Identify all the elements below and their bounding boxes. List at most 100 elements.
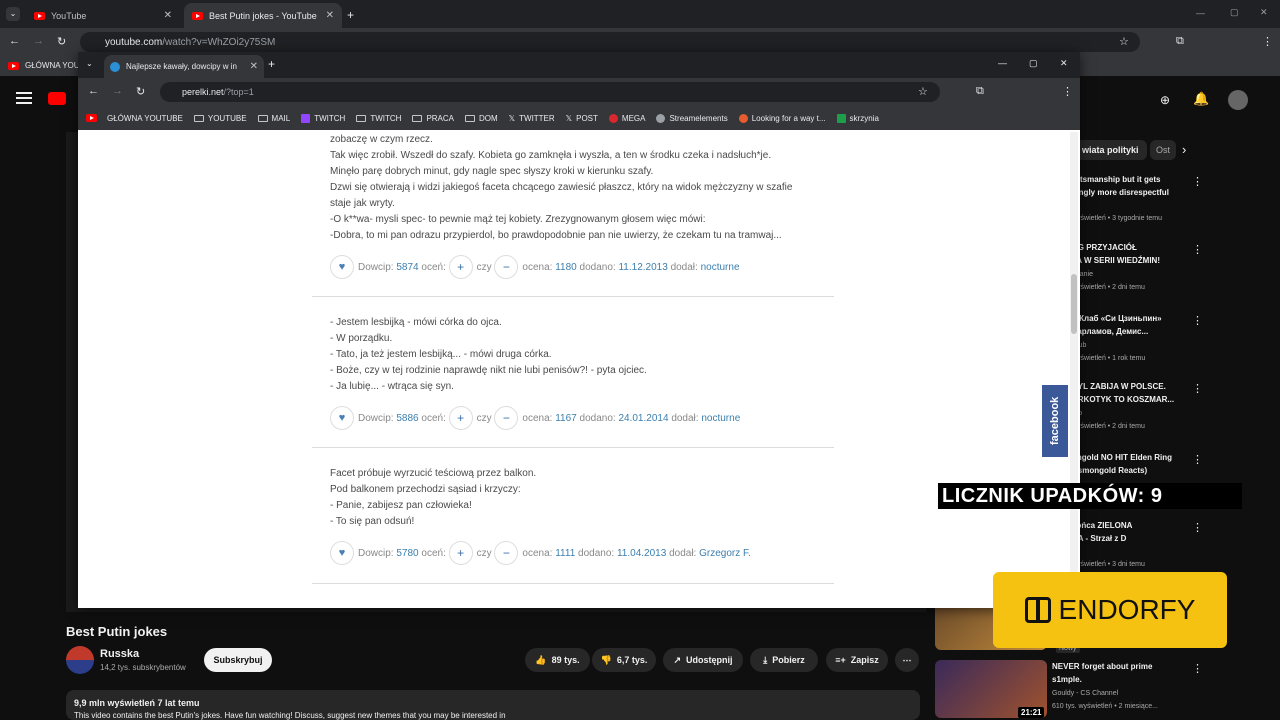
sidebar-video-title[interactable]: ortsmanship but it gets singly more disre… — [1072, 173, 1192, 199]
bookmark-youtube[interactable]: YOUTUBE — [193, 114, 247, 123]
date-link[interactable]: 11.12.2013 — [618, 262, 667, 273]
scrollbar-track[interactable] — [1070, 132, 1078, 608]
notifications-icon[interactable]: 🔔 — [1193, 91, 1209, 107]
plus-button[interactable]: + — [448, 406, 473, 430]
more-icon[interactable]: ⋮ — [1192, 453, 1203, 466]
more-icon[interactable]: ⋮ — [1192, 314, 1203, 327]
menu-dots-icon[interactable]: ⋮ — [1262, 35, 1273, 48]
dislike-button[interactable]: 👎 6,7 tys. — [592, 648, 656, 672]
date-link[interactable]: 24.01.2014 — [618, 413, 668, 424]
minimize-icon[interactable]: — — [998, 58, 1007, 68]
tab-search-icon[interactable]: ⌄ — [6, 7, 20, 21]
heart-button[interactable]: ♥ — [330, 255, 354, 279]
minus-button[interactable]: − — [494, 541, 519, 565]
inner-url-bar[interactable]: perelki.net/?top=1 — [160, 82, 940, 102]
reload-icon[interactable]: ↻ — [136, 85, 145, 98]
bookmark-mail[interactable]: MAIL — [257, 114, 290, 123]
youtube-logo[interactable] — [48, 92, 66, 105]
sidebar-video-title[interactable]: NEVER forget about prime s1mple. — [1052, 660, 1172, 686]
window-close-icon[interactable]: ✕ — [1060, 58, 1068, 69]
maximize-icon[interactable]: ▢ — [1230, 7, 1239, 18]
inner-tab-perelki[interactable]: Najlepsze kawały, dowcipy w in ✕ — [104, 55, 264, 78]
heart-button[interactable]: ♥ — [330, 406, 354, 430]
extensions-icon[interactable]: ⧉ — [1176, 35, 1184, 48]
folder-icon — [412, 114, 423, 122]
like-button[interactable]: 👍 89 tys. — [525, 648, 590, 672]
maximize-icon[interactable]: ▢ — [1029, 58, 1038, 69]
close-icon[interactable]: ✕ — [326, 10, 334, 21]
sidebar-video-title[interactable]: ongold NO HIT Elden Ring Asmongold Reacts… — [1072, 451, 1192, 477]
facebook-tab[interactable]: facebook — [1042, 385, 1068, 457]
author-link[interactable]: nocturne — [701, 262, 740, 273]
bookmark-looking[interactable]: Looking for a way t... — [738, 113, 826, 123]
bookmark-praca[interactable]: PRACA — [412, 114, 454, 123]
bookmark-streamelements[interactable]: Streamelements — [656, 113, 728, 123]
download-button[interactable]: ⤓ Pobierz — [750, 648, 818, 672]
chip[interactable]: Ost — [1150, 140, 1177, 160]
bookmark-star-icon[interactable]: ☆ — [1119, 35, 1129, 48]
channel-avatar[interactable] — [66, 646, 94, 674]
outer-tab-youtube[interactable]: YouTube ✕ — [26, 3, 180, 28]
window-close-icon[interactable]: ✕ — [1260, 7, 1268, 18]
back-icon[interactable]: ← — [88, 85, 99, 97]
forward-icon[interactable]: → — [33, 35, 44, 47]
new-tab-icon[interactable]: + — [347, 8, 354, 22]
extensions-icon[interactable]: ⧉ — [976, 85, 984, 98]
date-link[interactable]: 11.04.2013 — [617, 548, 666, 559]
share-button[interactable]: ↗ Udostępnij — [663, 648, 743, 672]
close-icon[interactable]: ✕ — [250, 61, 258, 72]
scrollbar-thumb[interactable] — [1071, 274, 1077, 334]
minus-button[interactable]: − — [494, 255, 519, 279]
more-icon[interactable]: ⋮ — [1192, 521, 1203, 534]
more-icon[interactable]: ⋮ — [1192, 382, 1203, 395]
joke-id-link[interactable]: 5886 — [396, 413, 418, 424]
streamelements-icon — [656, 113, 666, 123]
bookmark-post[interactable]: 𝕏 POST — [566, 114, 598, 123]
menu-dots-icon[interactable]: ⋮ — [1062, 85, 1073, 98]
bookmark-skrzynia[interactable]: skrzynia — [836, 113, 879, 123]
plus-button[interactable]: + — [448, 255, 473, 279]
sidebar-video-title[interactable]: końca ZIELONA CA - Strzał z D — [1072, 519, 1192, 545]
more-button[interactable]: ⋯ — [895, 648, 919, 672]
bookmark-dom[interactable]: DOM — [465, 114, 498, 123]
create-icon[interactable]: ⊕ — [1160, 93, 1170, 107]
tab-search-icon[interactable]: ⌄ — [86, 59, 93, 68]
sidebar-video-title[interactable]: NG PRZYJACIÓŁ TA W SERII WIEDŹMIN! — [1072, 241, 1192, 267]
save-button[interactable]: ≡+ Zapisz — [826, 648, 888, 672]
new-tab-icon[interactable]: + — [268, 57, 275, 71]
minimize-icon[interactable]: — — [1196, 8, 1205, 18]
sidebar-video-title[interactable]: NYL ZABIJA W POLSCE. ARKOTYK TO KOSZMAR..… — [1072, 380, 1192, 406]
outer-bookmark[interactable]: GŁÓWNA YOUT — [8, 61, 84, 70]
bookmark-glowna-youtube[interactable]: GŁÓWNA YOUTUBE — [86, 114, 183, 123]
forward-icon[interactable]: → — [112, 85, 123, 97]
joke-id-link[interactable]: 5874 — [396, 262, 418, 273]
chevron-right-icon[interactable]: › — [1182, 142, 1186, 157]
channel-name[interactable]: Russka — [100, 648, 139, 660]
more-icon[interactable]: ⋮ — [1192, 243, 1203, 256]
bookmark-star-icon[interactable]: ☆ — [918, 85, 928, 98]
avatar[interactable] — [1228, 90, 1248, 110]
heart-button[interactable]: ♥ — [330, 541, 354, 565]
inner-browser-window: ⌄ Najlepsze kawały, dowcipy w in ✕ + — ▢… — [78, 52, 1080, 608]
bookmark-twitter[interactable]: 𝕏 TWITTER — [509, 114, 555, 123]
menu-icon[interactable] — [16, 92, 32, 104]
plus-button[interactable]: + — [448, 541, 473, 565]
outer-url-bar[interactable]: youtube.com/watch?v=WhZOi2y75SM — [80, 32, 1140, 52]
author-link[interactable]: Grzegorz F. — [699, 548, 751, 559]
reload-icon[interactable]: ↻ — [57, 35, 66, 48]
chip[interactable]: wiata polityki — [1074, 140, 1147, 160]
more-icon[interactable]: ⋮ — [1192, 662, 1203, 675]
bookmark-twitch[interactable]: TWITCH — [301, 113, 345, 123]
sidebar-video-title[interactable]: и Клаб «Си Цзиньпин» Харламов, Демис... — [1072, 312, 1192, 338]
back-icon[interactable]: ← — [9, 35, 20, 47]
close-icon[interactable]: ✕ — [164, 10, 172, 21]
author-link[interactable]: nocturne — [701, 413, 740, 424]
bookmark-mega[interactable]: MEGA — [608, 113, 645, 123]
bookmark-twitch-folder[interactable]: TWITCH — [356, 114, 401, 123]
more-icon[interactable]: ⋮ — [1192, 175, 1203, 188]
joke-id-link[interactable]: 5780 — [396, 548, 418, 559]
minus-button[interactable]: − — [494, 406, 519, 430]
outer-tab-putin[interactable]: Best Putin jokes - YouTube ✕ — [184, 3, 342, 28]
subscribe-button[interactable]: Subskrybuj — [204, 648, 272, 672]
inner-bookmarks-bar: GŁÓWNA YOUTUBE YOUTUBE MAIL TWITCH TWITC… — [78, 106, 1080, 130]
